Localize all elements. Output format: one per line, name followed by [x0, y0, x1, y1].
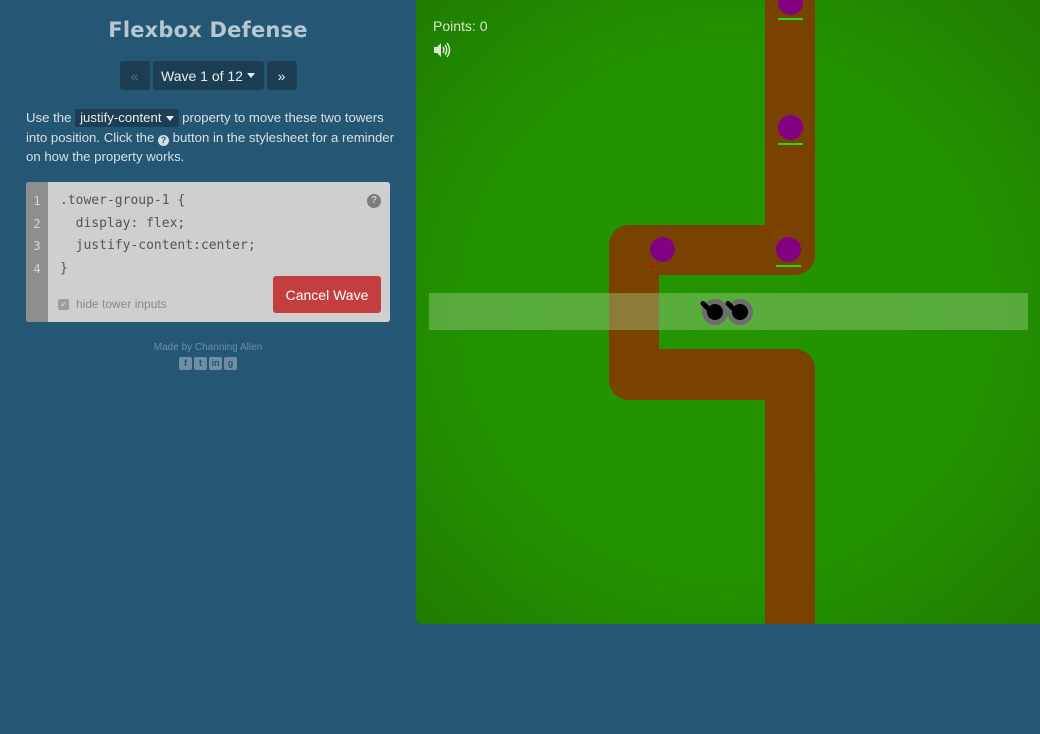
line-number: 4 — [33, 262, 41, 276]
enemy-health-bar — [778, 143, 803, 145]
instructions-text: Use the — [26, 110, 72, 125]
hide-inputs-checkbox[interactable]: ✓ — [58, 298, 69, 310]
instructions: Use the justify-content property to move… — [26, 108, 394, 167]
social-links: f t in g — [0, 357, 416, 370]
wave-label: Wave 1 of 12 — [161, 67, 243, 84]
enemy-path-segment — [765, 349, 815, 624]
code-line: .tower-group-1 { — [60, 193, 186, 208]
tower-core — [707, 304, 723, 320]
chevron-down-icon — [246, 73, 255, 78]
enemy — [650, 237, 675, 262]
tower — [724, 299, 753, 325]
linkedin-icon[interactable]: in — [209, 357, 222, 370]
help-button[interactable]: ? — [367, 194, 381, 208]
property-dropdown[interactable]: justify-content — [75, 109, 179, 127]
sidebar: Flexbox Defense « Wave 1 of 12 » Use the… — [0, 0, 416, 734]
enemy-health-bar — [776, 265, 801, 267]
volume-icon[interactable] — [433, 42, 451, 63]
property-label: justify-content — [80, 110, 162, 125]
wave-select-dropdown[interactable]: Wave 1 of 12 — [152, 61, 264, 90]
code-line: } — [60, 261, 68, 276]
enemy — [776, 237, 801, 262]
tower-core — [732, 304, 748, 320]
previous-wave-button[interactable]: « — [119, 61, 150, 90]
help-icon: ? — [157, 134, 169, 146]
page-title: Flexbox Defense — [108, 18, 308, 42]
line-number: 3 — [33, 239, 41, 253]
hide-inputs-label: hide tower inputs — [76, 297, 167, 311]
enemy — [778, 115, 803, 140]
line-number: 2 — [33, 217, 41, 231]
hide-tower-inputs-toggle[interactable]: ✓ hide tower inputs — [58, 297, 167, 311]
twitter-icon[interactable]: t — [194, 357, 207, 370]
cancel-wave-button[interactable]: Cancel Wave — [273, 276, 381, 313]
enemy-health-bar — [650, 265, 655, 267]
stylesheet-editor: 1 2 3 4 .tower-group-1 { display: flex; … — [26, 182, 390, 322]
credit-text: Made by Channing Allen — [153, 342, 263, 353]
wave-navigation: « Wave 1 of 12 » — [0, 61, 416, 90]
enemy-health-bar — [778, 18, 803, 20]
chevron-down-icon — [165, 116, 174, 122]
points-counter: Points: 0 — [433, 18, 488, 34]
facebook-icon[interactable]: f — [179, 357, 192, 370]
game-board: Points: 0 — [416, 0, 1040, 624]
line-number: 1 — [33, 194, 41, 208]
next-wave-button[interactable]: » — [266, 61, 297, 90]
code-line[interactable]: display: flex; — [60, 216, 186, 231]
github-icon[interactable]: g — [224, 357, 237, 370]
code-line[interactable]: justify-content:center; — [60, 238, 256, 253]
